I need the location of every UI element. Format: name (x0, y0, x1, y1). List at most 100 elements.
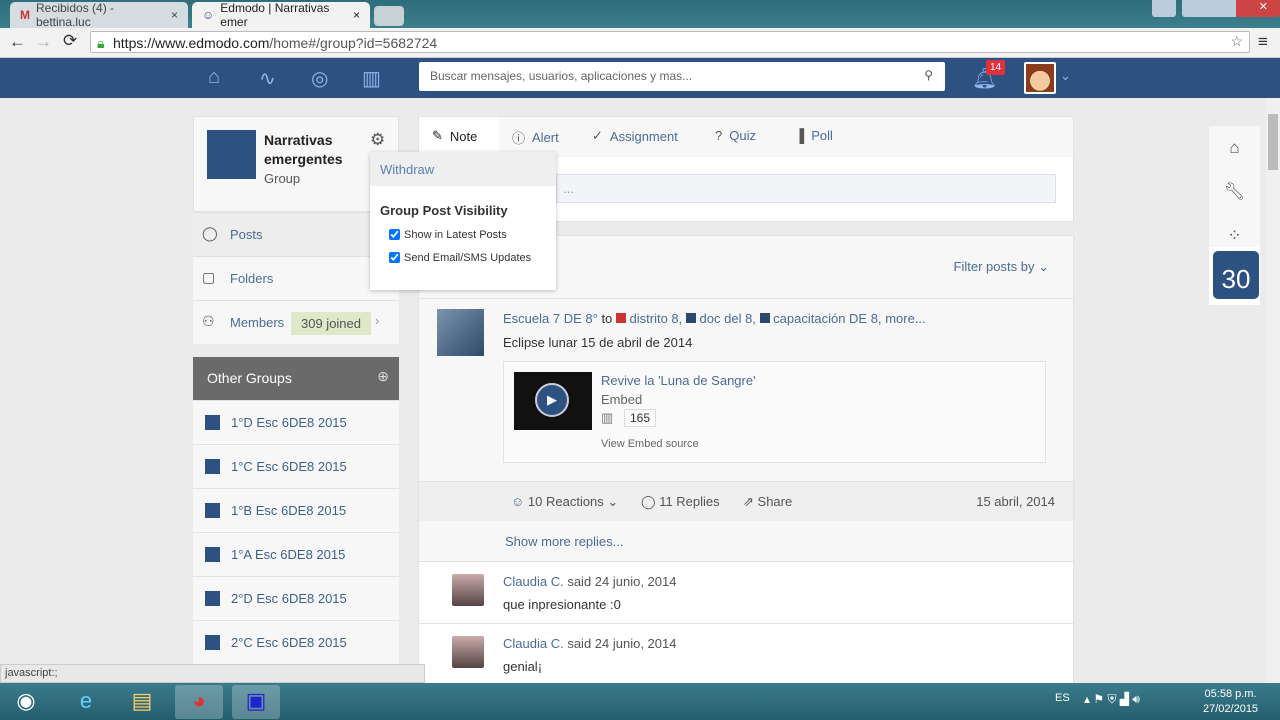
tray-icons[interactable]: ▴ ⚑ ⛨ ▟ 🔊︎ (1084, 692, 1140, 707)
show-latest-checkbox[interactable]: Show in Latest Posts (389, 229, 507, 241)
group-item[interactable]: 1°B Esc 6DE8 2015 (193, 488, 399, 532)
question-icon: ? (715, 128, 723, 143)
commenter-avatar (452, 574, 484, 606)
sidebar-item-folders[interactable]: ▢ Folders (193, 256, 399, 300)
chevron-down-icon[interactable]: ⌄ (1060, 68, 1071, 84)
library-icon[interactable]: ▥ (601, 410, 613, 426)
group-item[interactable]: 1°A Esc 6DE8 2015 (193, 532, 399, 576)
library-icon[interactable]: ▥ (362, 66, 381, 91)
group-item[interactable]: 1°C Esc 6DE8 2015 (193, 444, 399, 488)
reload-icon[interactable]: ⟳ (63, 31, 77, 51)
language-indicator[interactable]: ES (1055, 692, 1070, 704)
recipient-link[interactable]: doc del 8, (700, 311, 756, 326)
menu-icon[interactable]: ≡ (1258, 32, 1268, 52)
video-thumbnail[interactable]: ▶ (514, 372, 592, 430)
search-icon[interactable]: ⚲ (924, 68, 933, 82)
composer-input[interactable]: ... (556, 174, 1056, 203)
status-bar: javascript:; (0, 664, 425, 683)
check-circle-icon: ✓ (592, 128, 603, 143)
close-tab-icon[interactable]: × (353, 8, 360, 22)
view-source-link[interactable]: View Embed source (601, 438, 699, 450)
play-icon[interactable]: ▶ (535, 383, 569, 417)
explorer-icon[interactable]: ▤ (118, 685, 166, 719)
chevron-right-icon: › (375, 313, 380, 328)
tab-gmail[interactable]: M Recibidos (4) - bettina.luc × (10, 1, 188, 29)
tab-assignment[interactable]: ✓ Assignment (592, 128, 678, 144)
chevron-down-icon: ⌄ (1038, 259, 1049, 274)
url-input[interactable]: 🔒︎ https://www.edmodo.com/home#/group?id=… (90, 31, 1250, 53)
withdraw-menu-item[interactable]: Withdraw (370, 152, 556, 186)
post-text: Eclipse lunar 15 de abril de 2014 (503, 335, 693, 350)
app-icon[interactable]: ▣ (232, 685, 280, 719)
back-icon[interactable]: ← (9, 32, 26, 52)
group-item[interactable]: 2°D Esc 6DE8 2015 (193, 576, 399, 620)
activity-icon[interactable]: ∿ (259, 66, 276, 91)
home-icon[interactable]: ⌂ (208, 66, 220, 89)
alert-icon: ⓘ (512, 131, 526, 146)
embed-card[interactable]: ▶ Revive la 'Luna de Sangre' Embed ▥ 165… (503, 361, 1046, 463)
scrollbar[interactable] (1266, 98, 1280, 683)
tab-note[interactable]: ✎ Note (432, 128, 477, 144)
tab-quiz[interactable]: ? Quiz (715, 128, 756, 143)
calendar-icon: 30 (1213, 251, 1259, 299)
replies-button[interactable]: ◯ 11 Replies (641, 494, 720, 510)
divider (419, 298, 1073, 299)
email-updates-checkbox[interactable]: Send Email/SMS Updates (389, 252, 531, 264)
commenter-link[interactable]: Claudia C. (503, 636, 564, 651)
calendar-button[interactable]: 30 (1209, 247, 1260, 305)
forward-icon[interactable]: → (35, 32, 52, 52)
author-avatar (437, 309, 484, 356)
edmodo-icon: ☺ (202, 8, 215, 22)
show-more-replies[interactable]: Show more replies... (505, 534, 624, 549)
close-tab-icon[interactable]: × (171, 8, 178, 22)
embed-title[interactable]: Revive la 'Luna de Sangre' (601, 373, 756, 388)
user-icon[interactable] (1152, 0, 1176, 17)
reactions-button[interactable]: ☺ 10 Reactions ⌄ (511, 494, 618, 510)
share-button[interactable]: ⇗ Share (743, 494, 792, 510)
sidebar-item-posts[interactable]: ◯ Posts (193, 212, 399, 256)
tab-poll[interactable]: ▐ Poll (795, 128, 833, 143)
post-date: 15 abril, 2014 (976, 494, 1055, 509)
start-button[interactable]: ◉ (2, 685, 50, 719)
discover-icon[interactable]: ◎ (311, 66, 328, 91)
joined-badge: 309 joined (291, 312, 371, 335)
group-color-icon (685, 313, 696, 323)
gmail-icon: M (20, 8, 30, 22)
comment-icon: ◯ (202, 225, 218, 241)
folder-icon: ▢ (202, 269, 216, 285)
note-icon: ✎ (432, 128, 443, 143)
group-item[interactable]: 1°D Esc 6DE8 2015 (193, 400, 399, 444)
members-icon: ⚇ (202, 313, 215, 329)
filter-posts-dropdown[interactable]: Filter posts by ⌄ (954, 259, 1049, 275)
new-tab-button[interactable] (374, 6, 404, 26)
group-color-icon (759, 313, 770, 323)
store-icon[interactable]: ⌂ (1209, 126, 1260, 170)
window-controls[interactable]: ✕ (1182, 0, 1280, 17)
group-color-icon (615, 313, 626, 323)
more-link[interactable]: more... (885, 311, 925, 326)
group-avatar (207, 130, 256, 179)
tab-edmodo[interactable]: ☺ Edmodo | Narrativas emer × (192, 1, 370, 29)
chrome-icon[interactable]: ◕ (175, 685, 223, 719)
commenter-link[interactable]: Claudia C. (503, 574, 564, 589)
post-header: Escuela 7 DE 8° to distrito 8, doc del 8… (503, 311, 926, 326)
group-settings-dropdown: Withdraw Group Post Visibility Show in L… (370, 152, 556, 290)
commenter-avatar (452, 636, 484, 668)
ie-icon[interactable]: e (62, 685, 110, 719)
star-icon[interactable]: ☆ (1230, 33, 1243, 50)
address-bar-row: ← → ⟳ 🔒︎ https://www.edmodo.com/home#/gro… (0, 28, 1280, 58)
bar-chart-icon: ▐ (795, 128, 805, 143)
user-avatar[interactable] (1024, 62, 1056, 94)
sidebar-item-members[interactable]: ⚇ Members 309 joined › (193, 300, 399, 344)
author-link[interactable]: Escuela 7 DE 8° (503, 311, 598, 326)
wrench-icon[interactable]: 🔧︎ (1209, 170, 1260, 214)
add-group-icon[interactable]: ⊕ (377, 368, 389, 385)
recipient-link[interactable]: distrito 8, (630, 311, 683, 326)
gear-icon[interactable]: ⚙ (370, 130, 385, 150)
group-item[interactable]: 2°C Esc 6DE8 2015 (193, 620, 399, 664)
search-input[interactable]: Buscar mensajes, usuarios, aplicaciones … (419, 62, 945, 91)
comment: Claudia C. said 24 junio, 2014 que inpre… (419, 561, 1073, 623)
clock[interactable]: 05:58 p.m. 27/02/2015 (1203, 687, 1258, 717)
tab-alert[interactable]: ⓘ Alert (512, 128, 559, 147)
recipient-link[interactable]: capacitación DE 8, (773, 311, 881, 326)
